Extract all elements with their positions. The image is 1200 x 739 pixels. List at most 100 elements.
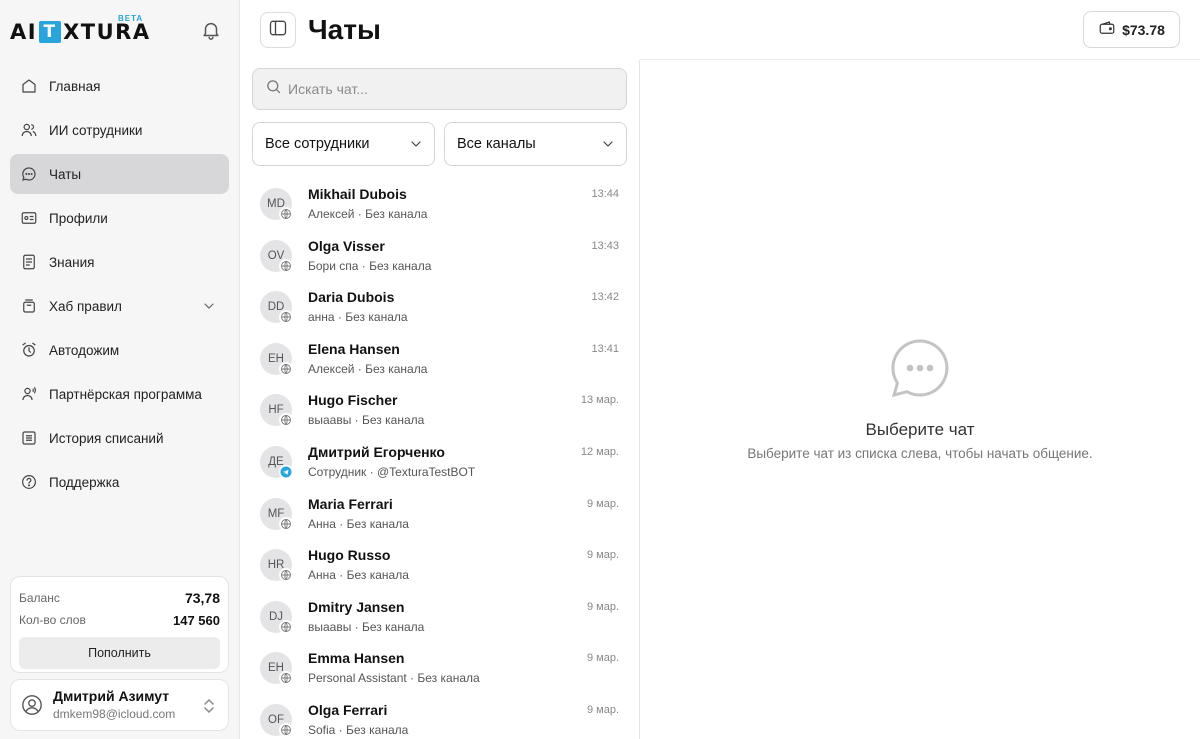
words-count-label: Кол-во слов — [19, 613, 86, 627]
balance-value: 73,78 — [184, 590, 220, 606]
chat-name: Elena Hansen — [308, 340, 400, 357]
chat-list-item[interactable]: DD Daria Dubois анна · Без канала 13:42 — [252, 281, 627, 333]
wallet-button[interactable]: $73.78 — [1083, 11, 1180, 48]
chat-time: 13 мар. — [580, 394, 619, 407]
chat-name: Emma Hansen — [308, 650, 405, 667]
user-avatar-icon — [21, 694, 43, 716]
chat-time: 9 мар. — [586, 703, 619, 716]
globe-icon — [279, 671, 293, 686]
chat-list: MD Mikhail Dubois Алексей · Без канала 13:4… — [252, 178, 627, 739]
chat-time: 9 мар. — [586, 549, 619, 562]
empty-state-subtitle: Выберите чат из списка слева, чтобы нача… — [747, 446, 1093, 461]
chat-subtitle: Сотрудник · @TexturaTestBOT — [308, 464, 476, 479]
chat-time: 9 мар. — [586, 600, 619, 613]
sidebar-item-autopush[interactable]: Автодожим — [10, 330, 229, 370]
sidebar-item-charges-history[interactable]: История списаний — [10, 418, 229, 458]
user-name: Дмитрий Азимут — [53, 688, 170, 704]
chat-time: 13:42 — [591, 291, 619, 304]
chevron-up-down-icon[interactable] — [202, 697, 216, 715]
users-icon — [20, 121, 38, 139]
chat-list-item[interactable]: EH Emma Hansen Personal Assistant · Без ка… — [252, 642, 627, 694]
sidebar-nav: Главная ИИ сотрудники Чаты Профили Знани… — [10, 66, 229, 506]
globe-icon — [279, 310, 293, 325]
chat-list-item[interactable]: DJ Dmitry Jansen выаавы · Без канала 9 мар. — [252, 591, 627, 643]
chat-subtitle: выаавы · Без канала — [308, 413, 425, 428]
chevron-down-icon — [408, 136, 424, 152]
chevron-down-icon[interactable] — [201, 298, 217, 314]
telegram-icon — [279, 464, 293, 479]
sidebar-item-label: Поддержка — [49, 474, 120, 490]
chat-subtitle: Алексей · Без канала — [308, 207, 428, 221]
chat-list-item[interactable]: HR Hugo Russo Анна · Без канала 9 мар. — [252, 539, 627, 591]
chat-time: 13:44 — [591, 188, 619, 200]
chevron-down-icon — [600, 136, 616, 152]
chat-name: Дмитрий Егорченко — [308, 443, 445, 460]
chat-list-item[interactable]: OF Olga Ferrari Sofia · Без канала 9 мар. — [252, 694, 627, 739]
sidebar-item-knowledge[interactable]: Знания — [10, 242, 229, 282]
search-icon — [265, 78, 288, 100]
beta-badge: BETA — [118, 14, 144, 23]
sidebar-item-label: Чаты — [49, 166, 82, 182]
sidebar-item-ai-employees[interactable]: ИИ сотрудники — [10, 110, 229, 150]
chat-name: Hugo Fischer — [308, 392, 398, 409]
sidebar-item-chats[interactable]: Чаты — [10, 154, 229, 194]
document-icon — [20, 253, 38, 271]
sidebar-item-label: ИИ сотрудники — [49, 122, 143, 138]
chat-subtitle: Бори спа · Без канала — [308, 258, 432, 273]
chat-time: 9 мар. — [586, 652, 619, 665]
channels-filter-select[interactable]: Все каналы — [444, 122, 627, 166]
sidebar-item-label: Главная — [49, 78, 101, 94]
sidebar-item-profiles[interactable]: Профили — [10, 198, 229, 238]
employees-filter-select[interactable]: Все сотрудники — [252, 122, 435, 166]
partner-icon — [20, 385, 38, 403]
wallet-balance: $73.78 — [1122, 21, 1165, 38]
archive-icon — [20, 297, 38, 315]
chat-list-item[interactable]: EH Elena Hansen Алексей · Без канала 13:41 — [252, 333, 627, 385]
chat-name: Olga Ferrari — [308, 701, 388, 718]
chat-list-item[interactable]: OV Olga Visser Бори спа · Без канала 13:43 — [252, 230, 627, 282]
sidebar-item-label: Хаб правил — [49, 298, 122, 314]
balance-label: Баланс — [19, 591, 60, 605]
logo-box: T — [39, 21, 62, 43]
sidebar-item-home[interactable]: Главная — [10, 66, 229, 106]
search-input[interactable] — [288, 81, 588, 97]
chat-name: Maria Ferrari — [308, 495, 393, 512]
logo-prefix: AI — [10, 20, 38, 44]
chat-time: 9 мар. — [586, 497, 619, 510]
chat-list-item[interactable]: MD Mikhail Dubois Алексей · Без канала 13:4… — [252, 178, 627, 230]
sidebar-item-support[interactable]: Поддержка — [10, 462, 229, 502]
logo-suffix: XTURA — [63, 20, 151, 44]
alarm-icon — [20, 341, 38, 359]
page-title: Чаты — [308, 14, 381, 45]
topup-button[interactable]: Пополнить — [19, 637, 220, 669]
chat-subtitle: Sofia · Без канала — [308, 722, 409, 737]
channels-filter-value: Все каналы — [457, 136, 536, 152]
sidebar-item-partner-program[interactable]: Партнёрская программа — [10, 374, 229, 414]
chat-list-item[interactable]: HF Hugo Fischer выаавы · Без канала 13 мар. — [252, 384, 627, 436]
toggle-sidebar-button[interactable] — [260, 12, 296, 48]
globe-icon — [279, 722, 293, 737]
chat-name: Dmitry Jansen — [308, 598, 405, 615]
chat-name: Mikhail Dubois — [308, 186, 407, 202]
chat-list-item[interactable]: ДЕ Дмитрий Егорченко Сотрудник · @TexturaT… — [252, 436, 627, 488]
sidebar-item-label: Знания — [49, 254, 95, 270]
sidebar-item-label: История списаний — [49, 430, 164, 446]
globe-icon — [279, 207, 293, 221]
wallet-icon — [1098, 19, 1122, 40]
search-field[interactable] — [252, 68, 627, 110]
help-icon — [20, 473, 38, 491]
user-menu[interactable]: Дмитрий Азимут dmkem98@icloud.com — [10, 679, 229, 731]
sidebar-item-rules-hub[interactable]: Хаб правил — [10, 286, 229, 326]
chat-list-panel: Все сотрудники Все каналы MDMikhail Dubo… — [240, 60, 640, 739]
globe-icon — [279, 619, 293, 634]
chat-list-item[interactable]: MF Maria Ferrari Анна · Без канала 9 мар. — [252, 488, 627, 540]
chat-subtitle: Personal Assistant · Без канала — [308, 671, 480, 686]
chat-name: Hugo Russo — [308, 547, 391, 564]
logo[interactable]: AI T XTURA BETA — [10, 14, 151, 50]
user-email: dmkem98@icloud.com — [53, 707, 176, 721]
chat-icon — [20, 165, 38, 183]
bell-icon[interactable] — [200, 19, 222, 41]
sidebar: AI T XTURA BETA Главная ИИ сотрудники Ча… — [0, 0, 240, 739]
balance-card: Баланс 73,78 Кол-во слов 147 560 Пополни… — [10, 576, 229, 673]
globe-icon — [279, 568, 293, 583]
